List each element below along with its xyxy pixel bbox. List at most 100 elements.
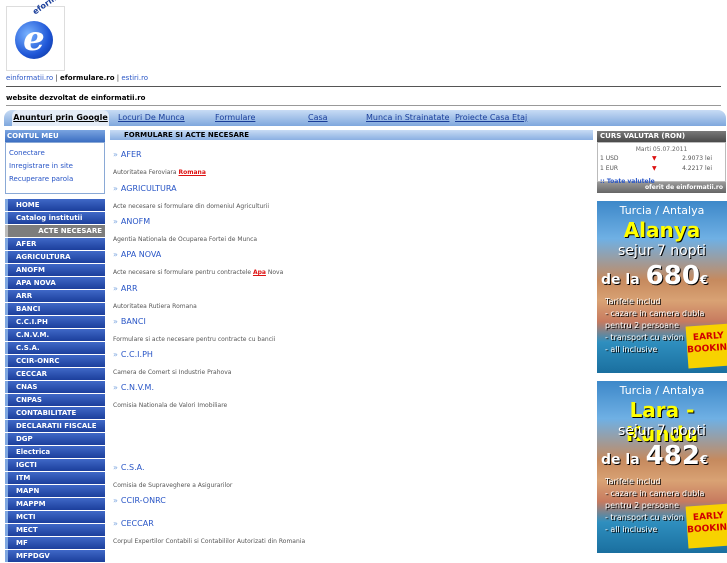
ad-feature: Tarifele includ <box>605 477 661 486</box>
highlight-link[interactable]: Apa <box>253 269 266 276</box>
currency-date: Marti 05.07.2011 <box>635 146 688 153</box>
menu-item[interactable]: APA NOVA <box>5 277 105 289</box>
menu-item[interactable]: CNAS <box>5 381 105 393</box>
divider <box>6 105 721 106</box>
currency-value: 4.2217 lei <box>682 165 712 172</box>
register-link[interactable]: Inregistrare in site <box>9 162 104 170</box>
ad-currency: € <box>699 273 709 287</box>
menu-item[interactable]: CNPAS <box>5 394 105 406</box>
ad-from: de la <box>601 452 640 468</box>
entry-ccir-onrc: » CCIR-ONRC <box>113 496 166 515</box>
ad-banner-lara-kundu[interactable]: Turcia / Antalya Lara - Kundu sejur 7 no… <box>597 381 727 553</box>
menu-item[interactable]: CCIR-ONRC <box>5 355 105 367</box>
top-links: einformatii.ro | eformulare.ro | estiri.… <box>6 74 148 82</box>
sep: | <box>53 74 60 82</box>
arrow-icon: » <box>113 350 118 359</box>
nav-casa[interactable]: Casa <box>308 113 328 122</box>
nav-munca-strainatate[interactable]: Munca in Strainatate <box>366 113 449 122</box>
ad-nights: sejur 7 nopti <box>618 423 706 439</box>
entry-desc: Acte necesare si formulare pentru contra… <box>113 269 283 276</box>
menu-item[interactable]: C.S.A. <box>5 342 105 354</box>
highlight-link[interactable]: Romana <box>179 169 206 176</box>
menu-item[interactable]: MECT <box>5 524 105 536</box>
menu-item[interactable]: CECCAR <box>5 368 105 380</box>
site-logo[interactable]: eformulare.ro e <box>6 0 87 71</box>
menu-item[interactable]: ARR <box>5 290 105 302</box>
entry-title-link[interactable]: » ARR <box>113 284 197 293</box>
menu-item[interactable]: ANOFM <box>5 264 105 276</box>
developer-line: website dezvoltat de einformatii.ro <box>6 94 146 102</box>
nav-locuri-de-munca[interactable]: Locuri De Munca <box>118 113 185 122</box>
entry-ccipha: » C.C.I.PH Camera de Comert si Industrie … <box>113 350 231 376</box>
menu-item[interactable]: DECLARATII FISCALE <box>5 420 105 432</box>
entry-anofm: » ANOFM Agentia Nationala de Ocuparea For… <box>113 217 257 243</box>
entry-title: CCIR-ONRC <box>120 496 166 505</box>
account-header: CONTUL MEU <box>5 130 105 142</box>
section-title: FORMULARE SI ACTE NECESARE <box>110 130 593 140</box>
google-ads-tab[interactable]: Anunturi prin Google <box>12 110 109 126</box>
arrow-down-icon: ▼ <box>652 155 657 162</box>
entry-title: C.S.A. <box>120 463 145 472</box>
entry-afer: » AFER Autoritatea Feroviara Romana <box>113 150 206 176</box>
entry-title-link[interactable]: » C.N.V.M. <box>113 383 227 392</box>
top-nav: Anunturi prin Google Locuri De Munca For… <box>4 110 726 126</box>
menu-item[interactable]: C.C.I.PH <box>5 316 105 328</box>
menu-item[interactable]: IGCTI <box>5 459 105 471</box>
entry-title-link[interactable]: » AGRICULTURA <box>113 184 269 193</box>
ad-feature: - cazare in camera dubla <box>605 309 705 318</box>
all-currencies-link[interactable]: :: Toate valutele <box>600 178 655 185</box>
menu-item[interactable]: MCTI <box>5 511 105 523</box>
menu-item[interactable]: MF <box>5 537 105 549</box>
entry-cnvm: » C.N.V.M. Comisia Nationala de Valori Im… <box>113 383 227 409</box>
menu-item-acte-necesare[interactable]: ACTE NECESARE <box>5 225 105 237</box>
arrow-icon: » <box>113 463 118 472</box>
entry-title-link[interactable]: » AFER <box>113 150 206 159</box>
nav-proiecte-casa-etaj[interactable]: Proiecte Casa Etaj <box>455 113 527 122</box>
menu-item[interactable]: C.N.V.M. <box>5 329 105 341</box>
entry-title-link[interactable]: » CECCAR <box>113 519 305 528</box>
entry-title-link[interactable]: » CCIR-ONRC <box>113 496 166 505</box>
badge-line: BOOKING <box>686 342 727 356</box>
entry-title-link[interactable]: » BANCI <box>113 317 275 326</box>
menu-item-home[interactable]: HOME <box>5 199 105 211</box>
currency-row-eur: 1 EUR ▼ 4.2217 lei <box>600 165 712 172</box>
menu-item[interactable]: BANCI <box>5 303 105 315</box>
menu-item[interactable]: DGP <box>5 433 105 445</box>
login-link[interactable]: Conectare <box>9 149 104 157</box>
entry-ceccar: » CECCAR Corpul Expertilor Contabili si C… <box>113 519 305 545</box>
menu-item-catalog[interactable]: Catalog institutii <box>5 212 105 224</box>
currency-value: 2.9073 lei <box>682 155 712 162</box>
nav-formulare[interactable]: Formulare <box>215 113 255 122</box>
arrow-icon: » <box>113 317 118 326</box>
menu-item[interactable]: MAPN <box>5 485 105 497</box>
entry-desc: Corpul Expertilor Contabili si Contabili… <box>113 538 306 545</box>
menu-item[interactable]: MFPDGV <box>5 550 105 562</box>
entry-desc: Acte necesare si formulare din domeniul … <box>113 203 270 210</box>
recover-password-link[interactable]: Recuperare parola <box>9 175 104 183</box>
currency-label: 1 EUR <box>600 165 619 172</box>
menu-item[interactable]: AGRICULTURA <box>5 251 105 263</box>
entry-title-link[interactable]: » ANOFM <box>113 217 257 226</box>
ad-nights: sejur 7 nopti <box>618 243 706 259</box>
menu-item[interactable]: CONTABILITATE <box>5 407 105 419</box>
menu-item[interactable]: ITM <box>5 472 105 484</box>
menu-item[interactable]: MAPPM <box>5 498 105 510</box>
ad-location: Turcia / Antalya <box>619 204 705 217</box>
currency-row-usd: 1 USD ▼ 2.9073 lei <box>600 155 712 162</box>
menu-item[interactable]: Electrica <box>5 446 105 458</box>
google-ads-label: Anunturi prin Google <box>13 113 108 122</box>
link-einformatii[interactable]: einformatii.ro <box>6 74 53 82</box>
menu-item[interactable]: AFER <box>5 238 105 250</box>
ad-price: de la 482€ <box>601 441 708 471</box>
entry-title-link[interactable]: » APA NOVA <box>113 250 283 259</box>
link-estiri[interactable]: estiri.ro <box>121 74 148 82</box>
entry-desc-text: Acte necesare si formulare pentru contra… <box>113 269 253 276</box>
entry-title-link[interactable]: » C.S.A. <box>113 463 232 472</box>
link-eformulare[interactable]: eformulare.ro <box>60 74 115 82</box>
entry-title: C.N.V.M. <box>120 383 154 392</box>
entry-title: APA NOVA <box>120 250 162 259</box>
arrow-icon: » <box>113 150 118 159</box>
entry-arr: » ARR Autoritatea Rutiera Romana <box>113 284 197 310</box>
ad-banner-alanya[interactable]: Turcia / Antalya Alanya sejur 7 nopti de… <box>597 201 727 373</box>
entry-title-link[interactable]: » C.C.I.PH <box>113 350 231 359</box>
